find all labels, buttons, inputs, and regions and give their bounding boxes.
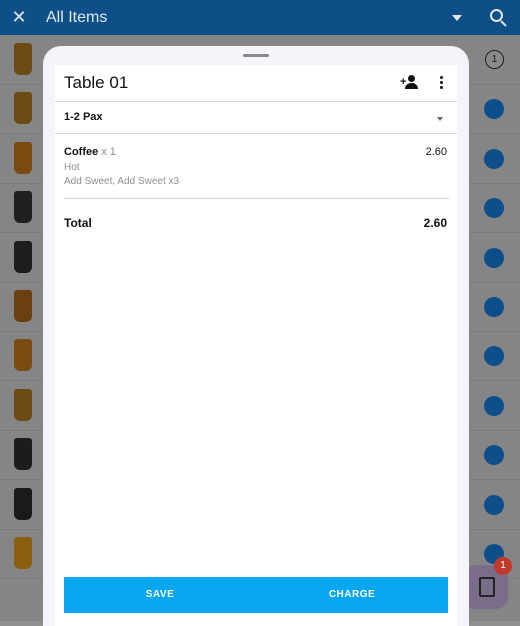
- item-thumbnail: [14, 438, 32, 471]
- close-icon[interactable]: ✕: [0, 7, 38, 28]
- divider: [64, 198, 449, 199]
- add-item-button[interactable]: [484, 494, 504, 515]
- item-price: 2.60: [425, 146, 447, 158]
- order-item-name[interactable]: Coffee x 1: [64, 146, 116, 158]
- save-button[interactable]: SAVE: [64, 577, 256, 613]
- item-thumbnail: [14, 487, 32, 520]
- item-name-text: Coffee: [64, 146, 99, 158]
- table-title: Table 01: [64, 73, 129, 92]
- person-body: [405, 83, 418, 89]
- item-thumbnail: [14, 339, 32, 372]
- order-count-badge: 1: [494, 557, 512, 575]
- item-thumbnail: [14, 290, 32, 322]
- add-item-button[interactable]: [484, 99, 504, 120]
- total-label: Total: [64, 216, 92, 230]
- item-thumbnail: [14, 191, 32, 224]
- app-bar: ✕ All Items: [0, 0, 520, 35]
- total-value: 2.60: [423, 216, 447, 230]
- item-thumbnail: [14, 388, 32, 421]
- add-item-button[interactable]: [484, 445, 504, 466]
- add-item-button[interactable]: [484, 198, 504, 219]
- item-qty: x 1: [101, 146, 116, 158]
- item-count-badge[interactable]: 1: [485, 50, 504, 69]
- add-item-button[interactable]: [484, 247, 504, 268]
- add-item-button[interactable]: [484, 148, 504, 169]
- charge-button[interactable]: CHARGE: [256, 577, 448, 613]
- item-thumbnail: [14, 43, 32, 75]
- order-sheet: Table 01 + 1-2 Pax Coffee x 1 2.60 Hot Ad…: [43, 46, 469, 626]
- item-thumbnail: [14, 92, 32, 125]
- add-item-button[interactable]: [484, 395, 504, 416]
- order-fab[interactable]: 1: [464, 557, 512, 609]
- caret-down-icon[interactable]: [452, 14, 462, 21]
- add-item-button[interactable]: [484, 346, 504, 367]
- drag-handle[interactable]: [243, 54, 269, 57]
- caret-down-icon: [437, 117, 443, 121]
- item-modifier: Add Sweet, Add Sweet x3: [64, 176, 180, 187]
- order-header: Table 01 +: [55, 65, 457, 102]
- item-thumbnail: [14, 537, 32, 569]
- item-thumbnail: [14, 240, 32, 273]
- add-person-icon[interactable]: +: [400, 75, 420, 89]
- action-bar: SAVE CHARGE: [64, 577, 448, 613]
- pax-value: 1-2 Pax: [64, 111, 103, 123]
- item-modifier: Hot: [64, 162, 80, 173]
- search-icon[interactable]: [488, 7, 510, 29]
- person-head: [408, 75, 415, 82]
- add-item-button[interactable]: [484, 297, 504, 317]
- order-card: Table 01 + 1-2 Pax Coffee x 1 2.60 Hot Ad…: [55, 65, 457, 626]
- app-title: All Items: [46, 8, 108, 26]
- receipt-icon: [479, 577, 495, 597]
- pax-select[interactable]: 1-2 Pax: [55, 102, 457, 134]
- more-vert-icon[interactable]: [440, 76, 443, 91]
- item-thumbnail: [14, 141, 32, 174]
